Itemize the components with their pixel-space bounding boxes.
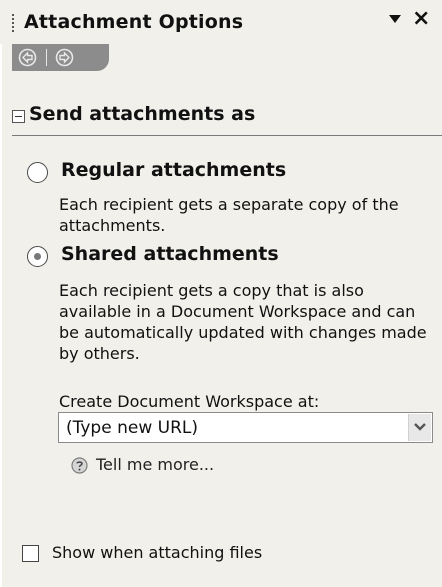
close-icon[interactable]: × [412,8,430,30]
pane-border [0,0,2,587]
regular-attachments-description: Each recipient gets a separate copy of t… [59,195,399,235]
workspace-url-select[interactable]: (Type new URL) [58,412,433,443]
regular-attachments-label[interactable]: Regular attachments [61,159,286,181]
task-pane: Attachment Options × Send attachments as… [0,0,442,587]
chevron-down-icon [414,423,426,431]
back-arrow-icon[interactable] [18,48,37,67]
regular-attachments-radio[interactable] [27,162,48,183]
workspace-url-dropdown-button[interactable] [408,414,431,441]
show-when-attaching-checkbox[interactable] [22,545,39,562]
chevron-down-icon[interactable] [389,15,401,23]
radio-selected-dot [34,253,41,260]
drag-grip-icon[interactable] [12,14,14,32]
forward-arrow-icon[interactable] [55,48,74,67]
collapse-section-icon[interactable] [12,110,25,123]
task-pane-titlebar: Attachment Options × [0,0,442,44]
shared-attachments-radio[interactable] [27,246,48,267]
section-divider [12,135,442,136]
nav-separator [46,49,47,66]
tell-me-more-link[interactable]: Tell me more... [96,455,214,474]
section-title: Send attachments as [29,103,256,125]
shared-attachments-label[interactable]: Shared attachments [61,243,279,265]
help-icon[interactable] [71,457,88,474]
pane-title: Attachment Options [24,11,244,33]
workspace-location-label: Create Document Workspace at: [59,392,320,411]
shared-attachments-description: Each recipient gets a copy that is also … [59,281,427,363]
navigation-bar [12,44,109,71]
show-when-attaching-label[interactable]: Show when attaching files [52,543,262,562]
workspace-url-value[interactable]: (Type new URL) [66,418,198,438]
